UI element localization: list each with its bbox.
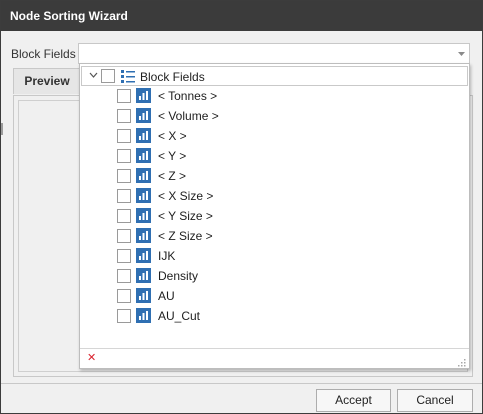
field-item-checkbox[interactable] xyxy=(117,209,131,223)
field-item-label: < X > xyxy=(158,129,187,143)
field-item-row[interactable]: AU xyxy=(80,286,469,306)
tab-preview[interactable]: Preview xyxy=(13,68,81,94)
numeric-field-icon xyxy=(136,128,151,143)
field-item-checkbox[interactable] xyxy=(117,149,131,163)
field-item-label: AU xyxy=(158,289,175,303)
field-item-row[interactable]: < X Size > xyxy=(80,186,469,206)
field-item-row[interactable]: < Volume > xyxy=(80,106,469,126)
field-item-checkbox[interactable] xyxy=(117,269,131,283)
numeric-field-icon xyxy=(136,208,151,223)
numeric-field-icon xyxy=(136,88,151,103)
field-item-label: < Z Size > xyxy=(158,229,213,243)
field-item-checkbox[interactable] xyxy=(117,229,131,243)
dialog-footer: Accept Cancel xyxy=(1,383,482,413)
field-item-checkbox[interactable] xyxy=(117,289,131,303)
field-item-row[interactable]: < Y Size > xyxy=(80,206,469,226)
dropdown-arrow-icon[interactable] xyxy=(453,44,469,63)
field-item-label: < Volume > xyxy=(158,109,219,123)
list-icon xyxy=(120,68,136,84)
popup-footer: ✕ xyxy=(80,348,469,368)
numeric-field-icon xyxy=(136,248,151,263)
field-item-checkbox[interactable] xyxy=(117,249,131,263)
numeric-field-icon xyxy=(136,268,151,283)
field-item-checkbox[interactable] xyxy=(117,89,131,103)
numeric-field-icon xyxy=(136,228,151,243)
cancel-button[interactable]: Cancel xyxy=(397,389,473,412)
field-item-label: < X Size > xyxy=(158,189,214,203)
numeric-field-icon xyxy=(136,308,151,323)
field-item-checkbox[interactable] xyxy=(117,169,131,183)
block-fields-combo[interactable] xyxy=(78,43,470,64)
field-item-label: < Z > xyxy=(158,169,187,183)
field-item-checkbox[interactable] xyxy=(117,189,131,203)
window-title: Node Sorting Wizard xyxy=(1,1,482,31)
splitter-handle[interactable] xyxy=(1,123,3,135)
block-fields-label: Block Fields xyxy=(11,47,76,61)
field-item-row[interactable]: < Tonnes > xyxy=(80,86,469,106)
root-checkbox[interactable] xyxy=(101,69,115,83)
accept-button[interactable]: Accept xyxy=(316,389,391,412)
block-fields-dropdown-popup: Block Fields < Tonnes > < Volume > < X > < … xyxy=(79,63,470,369)
resize-grip-icon[interactable] xyxy=(456,356,466,367)
field-item-label: IJK xyxy=(158,249,176,263)
field-item-row[interactable]: < Z > xyxy=(80,166,469,186)
numeric-field-icon xyxy=(136,168,151,183)
field-item-checkbox[interactable] xyxy=(117,109,131,123)
block-fields-tree: Block Fields < Tonnes > < Volume > < X > < … xyxy=(80,64,469,348)
field-item-label: < Tonnes > xyxy=(158,89,218,103)
numeric-field-icon xyxy=(136,148,151,163)
field-item-label: Density xyxy=(158,269,199,283)
root-label: Block Fields xyxy=(140,70,205,84)
field-item-checkbox[interactable] xyxy=(117,309,131,323)
field-item-label: < Y > xyxy=(158,149,187,163)
field-item-row[interactable]: AU_Cut xyxy=(80,306,469,326)
clear-icon[interactable]: ✕ xyxy=(87,351,96,365)
field-item-label: < Y Size > xyxy=(158,209,213,223)
numeric-field-icon xyxy=(136,288,151,303)
field-item-row[interactable]: Density xyxy=(80,266,469,286)
field-item-label: AU_Cut xyxy=(158,309,201,323)
numeric-field-icon xyxy=(136,108,151,123)
field-item-row[interactable]: < Y > xyxy=(80,146,469,166)
numeric-field-icon xyxy=(136,188,151,203)
field-item-row[interactable]: IJK xyxy=(80,246,469,266)
chevron-down-icon[interactable] xyxy=(88,70,98,82)
field-item-row[interactable]: < X > xyxy=(80,126,469,146)
tree-root-row[interactable]: Block Fields xyxy=(81,66,468,86)
field-item-row[interactable]: < Z Size > xyxy=(80,226,469,246)
node-sorting-wizard-window: Node Sorting Wizard Block Fields Preview… xyxy=(0,0,483,414)
field-item-checkbox[interactable] xyxy=(117,129,131,143)
